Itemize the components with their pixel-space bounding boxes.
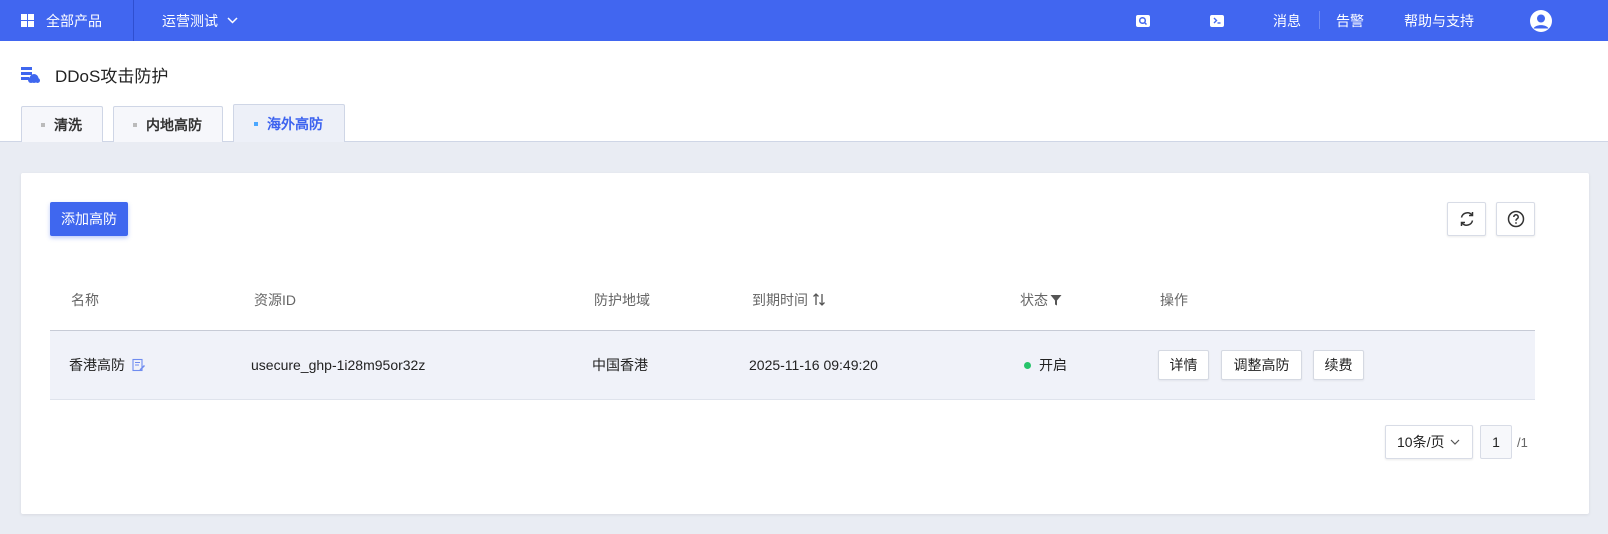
page-size-value: 10条/页 [1397,434,1445,450]
tab-label: 内地高防 [146,116,202,133]
column-header-actions: 操作 [1160,292,1188,308]
user-avatar[interactable] [1529,0,1553,41]
terminal-button[interactable] [1210,0,1224,41]
tab-cleaning[interactable]: 清洗 [21,106,103,142]
page-total: /1 [1517,434,1528,450]
edit-icon[interactable] [132,358,146,372]
messages-link[interactable]: 消息 [1273,0,1301,41]
add-protection-button[interactable]: 添加高防 [50,202,128,236]
column-header-expire-label: 到期时间 [752,292,808,308]
cell-name: 香港高防 [69,331,146,399]
resource-name: 香港高防 [69,357,125,373]
tab-dot [254,121,258,126]
column-header-region: 防护地域 [594,292,650,308]
user-icon [1530,9,1552,32]
column-header-status-label: 状态 [1020,292,1048,308]
column-header-name: 名称 [71,292,99,308]
table-header: 名称 资源ID 防护地域 到期时间 状态 操作 [50,270,1535,331]
page-title-block: DDoS攻击防护 [21,62,168,87]
tab-dot [41,122,45,127]
cell-expire-time: 2025-11-16 09:49:20 [749,357,878,373]
sort-icon [813,293,825,306]
cell-resource-id: usecure_ghp-1i28m95or32z [251,357,426,373]
column-header-expire[interactable]: 到期时间 [752,270,826,330]
project-selector[interactable]: 运营测试 [162,11,238,31]
renew-button[interactable]: 续费 [1313,350,1364,380]
page-header: DDoS攻击防护 清洗 内地高防 海外高防 [0,41,1608,142]
refresh-button[interactable] [1447,202,1486,236]
tab-label: 清洗 [54,116,82,133]
refresh-icon [1460,212,1473,226]
grid-icon [21,14,34,27]
adjust-protection-button[interactable]: 调整高防 [1221,350,1302,380]
help-support-link[interactable]: 帮助与支持 [1404,0,1474,41]
search-button[interactable] [1136,0,1150,41]
cell-region: 中国香港 [592,357,648,373]
tab-bar: 清洗 内地高防 海外高防 [21,104,355,142]
search-icon [1136,14,1150,27]
details-button[interactable]: 详情 [1158,350,1209,380]
cell-status: 开启 [1024,331,1067,399]
page-number-input[interactable]: 1 [1480,425,1512,459]
alerts-link[interactable]: 告警 [1336,0,1364,41]
project-label: 运营测试 [162,12,218,29]
content-card: 添加高防 名称 资源ID 防护地域 到期时间 状态 操作 香港高防 usecur… [21,173,1589,514]
column-header-status[interactable]: 状态 [1020,270,1062,330]
chevron-down-icon [227,17,238,24]
table-row: 香港高防 usecure_ghp-1i28m95or32z 中国香港 2025-… [50,331,1535,400]
status-text: 开启 [1039,357,1067,373]
tab-dot [133,122,137,127]
all-products-menu[interactable]: 全部产品 [0,0,134,41]
tab-label: 海外高防 [267,115,323,132]
divider [1319,11,1320,29]
terminal-icon [1210,14,1224,27]
all-products-label: 全部产品 [46,12,102,29]
help-button[interactable] [1496,202,1535,236]
tab-mainland-protection[interactable]: 内地高防 [113,106,223,142]
page-size-select[interactable]: 10条/页 [1385,425,1473,459]
ddos-protection-icon [21,66,40,83]
chevron-down-icon [1451,439,1460,445]
top-nav-bar: 全部产品 运营测试 [0,0,1608,41]
filter-icon [1050,295,1062,306]
status-dot-icon [1024,361,1031,369]
page-title: DDoS攻击防护 [55,67,169,86]
question-icon [1507,210,1524,228]
column-header-resource-id: 资源ID [254,292,296,308]
tab-overseas-protection[interactable]: 海外高防 [233,104,345,142]
